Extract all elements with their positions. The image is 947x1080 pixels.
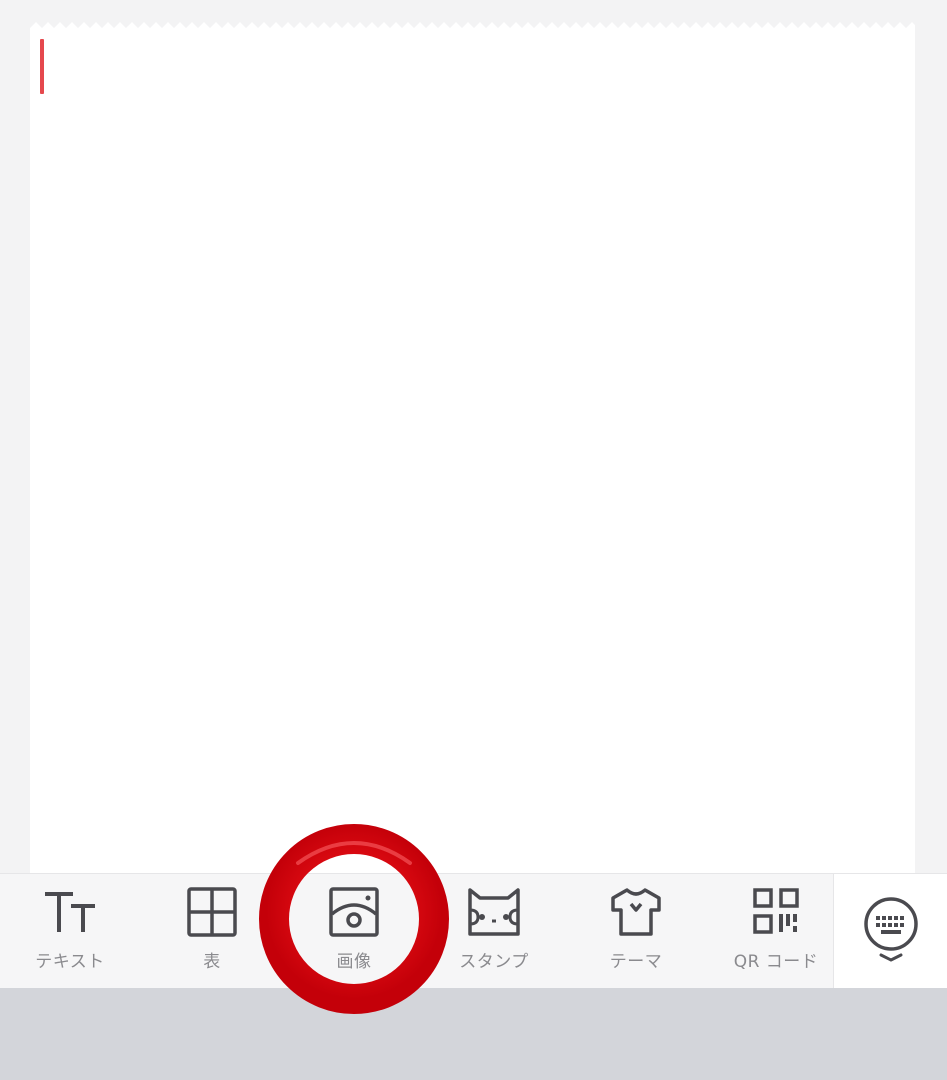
- toolbar-item-label: 画像: [336, 952, 372, 972]
- table-grid-icon: [187, 887, 237, 937]
- image-icon: [329, 887, 379, 937]
- sticker-icon: [468, 888, 520, 936]
- toolbar-item-theme[interactable]: テーマ: [566, 874, 706, 988]
- toolbar-item-table[interactable]: 表: [142, 874, 282, 988]
- toolbar-item-text[interactable]: テキスト: [0, 874, 140, 988]
- tshirt-icon: [611, 888, 661, 936]
- toolbar-item-label: テーマ: [609, 952, 663, 972]
- toolbar-item-label: QR コード: [733, 952, 819, 972]
- keyboard-icon: [864, 897, 918, 962]
- keyboard-toggle-button[interactable]: [833, 874, 947, 988]
- bottom-keyboard-area: [0, 988, 947, 1080]
- receipt-paper-canvas[interactable]: [30, 28, 915, 874]
- toolbar-item-label: 表: [203, 952, 221, 972]
- text-size-icon: [45, 892, 95, 932]
- toolbar-item-label: テキスト: [35, 952, 105, 972]
- qr-code-icon: [753, 888, 799, 934]
- insert-toolbar: テキスト 表 画像 スタンプ テーマ QR コード: [0, 873, 947, 988]
- toolbar-item-sticker[interactable]: スタンプ: [424, 874, 564, 988]
- text-cursor: [40, 39, 44, 94]
- toolbar-item-qr-code[interactable]: QR コード: [706, 874, 846, 988]
- toolbar-item-image[interactable]: 画像: [284, 874, 424, 988]
- toolbar-item-label: スタンプ: [459, 952, 529, 972]
